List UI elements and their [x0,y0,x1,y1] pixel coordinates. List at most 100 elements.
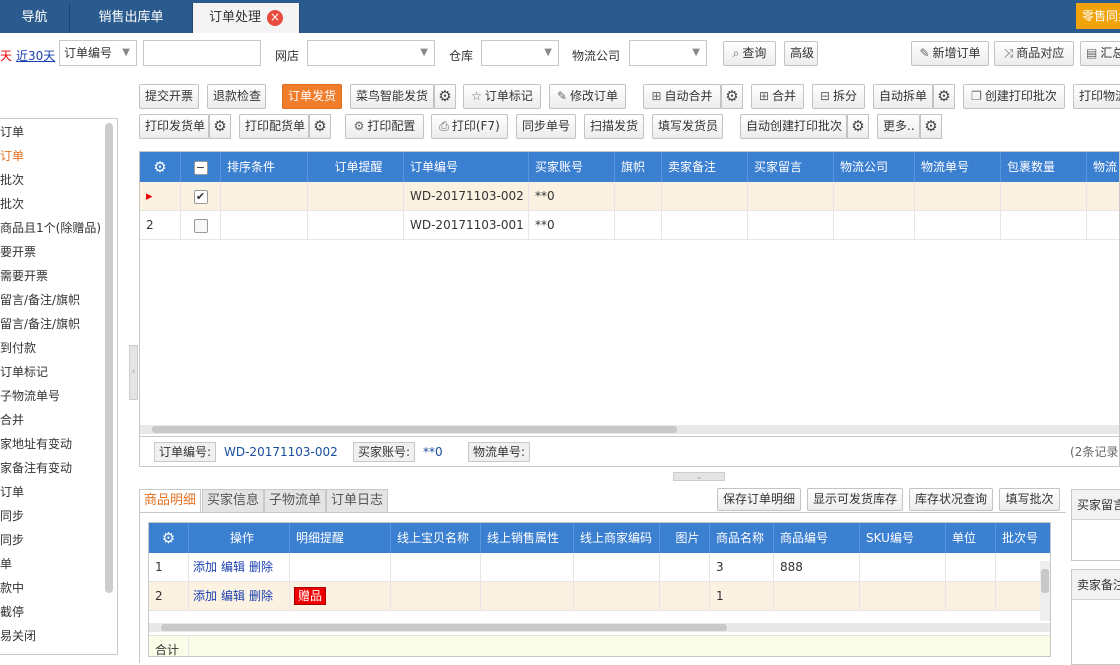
scrollbar-thumb[interactable] [161,624,727,631]
query-button[interactable]: ⌕ 查询 [723,41,776,66]
col-tracking[interactable]: 物流单号 [915,152,1001,182]
advanced-button[interactable]: 高级 [784,41,818,66]
filter-item-active[interactable]: 订单 [0,144,108,168]
col-online-name[interactable]: 线上宝贝名称 [391,523,481,553]
filter-item[interactable]: 订单标记 [0,360,108,384]
filter-item[interactable]: 批次 [0,168,108,192]
filter-item[interactable]: 订单 [0,120,108,144]
show-stock-button[interactable]: 显示可发货库存 [807,488,903,511]
table-row[interactable]: 2 添加 编辑 删除 赠品 1 [149,582,1050,611]
fill-shipper-button[interactable]: 填写发货员 [652,114,723,139]
filter-item[interactable]: 款中 [0,576,108,600]
add-link[interactable]: 添加 [193,560,217,574]
tab-sub-logistics[interactable]: 子物流单 [264,489,327,513]
gear-icon[interactable]: ⚙ [434,84,456,109]
col-order-no[interactable]: 订单编号 [404,152,529,182]
select-all-checkbox[interactable]: − [181,152,221,182]
logistics-select[interactable]: ▼ [629,40,707,66]
filter-item[interactable]: 到付款 [0,336,108,360]
table-row[interactable]: ▸ ✔ WD-20171103-002 **0 [140,182,1119,211]
scrollbar-thumb[interactable] [152,426,677,433]
col-buyer-msg[interactable]: 买家留言 [748,152,834,182]
col-sku[interactable]: SKU编号 [860,523,946,553]
col-sort[interactable]: 排序条件 [221,152,308,182]
filter-item[interactable]: 需要开票 [0,264,108,288]
search-field-select[interactable]: 订单编号 ▼ [59,40,137,66]
create-print-batch-button[interactable]: ❐ 创建打印批次 [963,84,1065,109]
collapse-left-handle[interactable]: ‹ [129,345,138,400]
filter-item[interactable]: 合并 [0,408,108,432]
filter-item[interactable]: 易关闭 [0,624,108,648]
print-invoice-button[interactable]: 打印发货单 [139,114,209,139]
collapse-bottom-handle[interactable]: ⌄ [673,472,725,481]
auto-merge-button[interactable]: ⊞ 自动合并 [643,84,721,109]
col-seller-note[interactable]: 卖家备注 [662,152,748,182]
tab-order-processing[interactable]: 订单处理 × [193,3,300,33]
save-detail-button[interactable]: 保存订单明细 [717,488,801,511]
close-icon[interactable]: × [267,9,283,26]
filter-item[interactable]: 同步 [0,504,108,528]
row-checkbox[interactable] [181,211,221,240]
print-button[interactable]: ⎙ 打印(F7) [431,114,508,139]
delete-link[interactable]: 删除 [249,589,273,603]
add-link[interactable]: 添加 [193,589,217,603]
merge-button[interactable]: ⊞ 合并 [751,84,804,109]
gear-icon[interactable]: ⚙ [920,114,942,139]
gear-icon[interactable]: ⚙ [140,152,181,182]
detail-vertical-scrollbar[interactable] [1040,561,1050,621]
filter-item[interactable]: 同步 [0,528,108,552]
col-online-attr[interactable]: 线上销售属性 [481,523,574,553]
order-ship-button[interactable]: 订单发货 [282,84,342,109]
detail-horizontal-scrollbar[interactable] [149,623,1050,632]
sync-tracking-button[interactable]: 同步单号 [516,114,576,139]
print-config-button[interactable]: ⚙ 打印配置 [345,114,424,139]
col-product-name[interactable]: 商品名称 [710,523,774,553]
filter-item[interactable]: 单 [0,552,108,576]
col-packages[interactable]: 包裹数量 [1001,152,1087,182]
search-input[interactable] [143,40,261,66]
scan-ship-button[interactable]: 扫描发货 [584,114,644,139]
filter-item[interactable]: 留言/备注/旗帜 [0,288,108,312]
gear-icon[interactable]: ⚙ [933,84,955,109]
tab-order-log[interactable]: 订单日志 [326,489,389,513]
filter-item[interactable]: 截停 [0,600,108,624]
tab-navigation[interactable]: 导航 [0,3,70,33]
gear-icon[interactable]: ⚙ [209,114,231,139]
tab-sales-outbound[interactable]: 销售出库单 [70,3,193,33]
edit-link[interactable]: 编辑 [221,560,245,574]
auto-split-button[interactable]: 自动拆单 [873,84,933,109]
gear-icon[interactable]: ⚙ [149,523,189,553]
new-order-button[interactable]: ✎ 新增订单 [911,41,989,66]
filter-item[interactable]: 家备注有变动 [0,456,108,480]
refund-check-button[interactable]: 退款检查 [207,84,266,109]
col-batch[interactable]: 批次号 [996,523,1050,553]
edit-link[interactable]: 编辑 [221,589,245,603]
table-row[interactable]: 2 WD-20171103-001 **0 [140,211,1119,240]
filter-item[interactable]: 商品且1个(除赠品) [0,216,108,240]
edit-order-button[interactable]: ✎ 修改订单 [549,84,626,109]
table-row[interactable]: 1 添加 编辑 删除 3 888 [149,553,1050,582]
gear-icon[interactable]: ⚙ [309,114,331,139]
scrollbar-thumb[interactable] [1041,569,1049,593]
filter-item[interactable]: 订单 [0,480,108,504]
shop-select[interactable]: ▼ [307,40,435,66]
days-link[interactable]: 天 [0,47,12,64]
print-picking-button[interactable]: 打印配货单 [239,114,309,139]
print-logistics-button[interactable]: 打印物流 [1073,84,1120,109]
filter-item[interactable]: 批次 [0,192,108,216]
horizontal-scrollbar[interactable] [140,425,1119,434]
col-product-code[interactable]: 商品编号 [774,523,860,553]
filter-item[interactable]: 留言/备注/旗帜 [0,312,108,336]
more-button[interactable]: 更多.. [877,114,920,139]
order-mark-button[interactable]: ☆ 订单标记 [463,84,541,109]
auto-create-batch-button[interactable]: 自动创建打印批次 [740,114,847,139]
cainiao-ship-button[interactable]: 菜鸟智能发货 [350,84,434,109]
col-image[interactable]: 图片 [660,523,710,553]
stock-status-button[interactable]: 库存状况查询 [909,488,993,511]
warehouse-select[interactable]: ▼ [481,40,559,66]
last-30-days-link[interactable]: 近30天 [16,47,55,64]
split-button[interactable]: ⊟ 拆分 [812,84,865,109]
row-checkbox[interactable]: ✔ [181,182,221,211]
col-online-code[interactable]: 线上商家编码 [574,523,660,553]
col-logistics[interactable]: 物流公司 [834,152,915,182]
